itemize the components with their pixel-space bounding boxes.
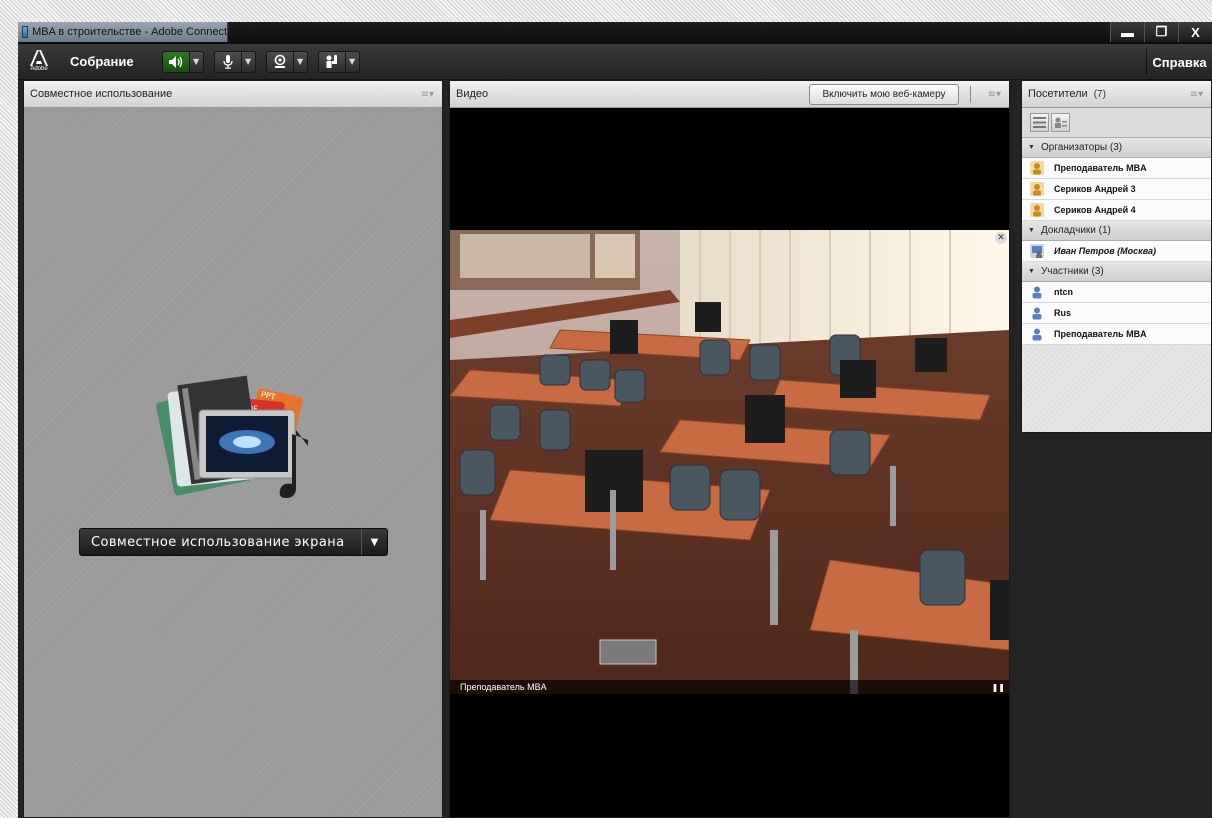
- title-bar: MBA в строительстве - Adobe Connect ▬ ❐ …: [18, 22, 1212, 44]
- window-controls: ▬ ❐ X: [1110, 22, 1212, 44]
- close-video-icon[interactable]: ✕: [995, 232, 1007, 244]
- attendee-name: Иван Петров (Москва): [1054, 246, 1157, 256]
- attendee-row[interactable]: Преподаватель MBA: [1022, 324, 1211, 345]
- section-hosts[interactable]: ▼ Организаторы (3): [1022, 138, 1211, 158]
- attendee-row[interactable]: Сериков Андрей 3: [1022, 179, 1211, 200]
- attendee-name: Сериков Андрей 3: [1054, 184, 1136, 194]
- webcam-button[interactable]: [265, 50, 294, 73]
- speaker-icon: [168, 55, 182, 68]
- attendee-row[interactable]: Сериков Андрей 4: [1022, 200, 1211, 221]
- share-pod-body: PPT PDF Совместное испол: [24, 108, 442, 817]
- minimize-button[interactable]: ▬: [1110, 22, 1144, 42]
- attendee-row[interactable]: Иван Петров (Москва): [1022, 241, 1211, 262]
- share-document-illustration-icon: PPT PDF: [156, 375, 308, 498]
- raise-hand-icon: [326, 55, 337, 68]
- share-pod-title: Совместное использование: [30, 88, 173, 100]
- list-view-icon: [1033, 117, 1046, 128]
- microphone-dropdown[interactable]: ▼: [241, 50, 256, 73]
- microphone-icon: [222, 55, 233, 69]
- video-pod-options-icon[interactable]: ≡▾: [988, 89, 1001, 100]
- person-list-icon: [1055, 117, 1067, 128]
- collapse-triangle-icon: ▼: [1028, 268, 1035, 275]
- attendee-row[interactable]: Преподаватель MBA: [1022, 158, 1211, 179]
- presenter-icon: [1030, 244, 1044, 258]
- participant-icon: [1032, 328, 1042, 341]
- attendees-pod-title: Посетители: [1028, 88, 1088, 100]
- adobe-logo-icon: [30, 50, 48, 66]
- collapse-triangle-icon: ▼: [1028, 227, 1035, 234]
- main-toolbar: Adobe Собрание ▼ ▼ ▼ ▼ Справка: [18, 44, 1212, 80]
- attendees-pod-header: Посетители (7) ≡▾: [1022, 81, 1211, 108]
- video-feed: ✕ Преподаватель MBA ❚❚: [450, 230, 1009, 694]
- help-button[interactable]: Справка: [1146, 49, 1212, 75]
- attendee-row[interactable]: Rus: [1022, 303, 1211, 324]
- list-view-button[interactable]: [1030, 113, 1049, 132]
- webcam-control: ▼: [265, 50, 308, 73]
- share-screen-label: Совместное использование экрана: [91, 534, 345, 550]
- attendee-name: Преподаватель MBA: [1054, 329, 1147, 339]
- share-options-dropdown[interactable]: ▼: [361, 529, 387, 555]
- app-icon: [22, 26, 29, 38]
- video-pod: Видео Включить мою веб-камеру ≡▾ ✕ Препо…: [449, 80, 1010, 818]
- collapse-triangle-icon: ▼: [1028, 144, 1035, 151]
- video-caption-bar: Преподаватель MBA ❚❚: [450, 680, 1009, 694]
- host-icon: [1030, 203, 1044, 217]
- attendee-list: ▼ Организаторы (3) Преподаватель MBA Сер…: [1022, 138, 1211, 432]
- speaker-button[interactable]: [161, 50, 190, 73]
- status-view-button[interactable]: [1051, 113, 1070, 132]
- share-pod: Совместное использование ≡▾ PPT PDF: [23, 80, 443, 818]
- status-dropdown[interactable]: ▼: [345, 50, 360, 73]
- restore-button[interactable]: ❐: [1144, 22, 1178, 42]
- share-screen-button[interactable]: Совместное использование экрана ▼: [79, 528, 388, 556]
- attendee-view-toolbar: [1022, 108, 1211, 138]
- status-control: ▼: [317, 50, 360, 73]
- toolbar-divider: [970, 86, 971, 103]
- host-icon: [1030, 182, 1044, 196]
- webcam-icon: [274, 54, 285, 68]
- attendees-pod: Посетители (7) ≡▾ ▼ Организаторы (3) Пре…: [1021, 80, 1212, 433]
- attendee-name: ntcn: [1054, 287, 1073, 297]
- section-label: Участники (3): [1040, 266, 1104, 277]
- video-presenter-name: Преподаватель MBA: [460, 682, 547, 692]
- section-presenters[interactable]: ▼ Докладчики (1): [1022, 221, 1211, 241]
- host-icon: [1030, 161, 1044, 175]
- classroom-video-image: [450, 230, 1009, 694]
- video-pod-title: Видео: [456, 88, 489, 100]
- attendee-name: Сериков Андрей 4: [1054, 205, 1136, 215]
- participant-icon: [1032, 286, 1042, 299]
- meeting-room-layout: Совместное использование ≡▾ PPT PDF: [18, 80, 1212, 818]
- speaker-control: ▼: [161, 50, 204, 73]
- section-participants[interactable]: ▼ Участники (3): [1022, 262, 1211, 282]
- attendees-pod-options-icon[interactable]: ≡▾: [1190, 89, 1203, 100]
- speaker-dropdown[interactable]: ▼: [189, 50, 204, 73]
- participant-icon: [1032, 307, 1042, 320]
- video-pod-header: Видео Включить мою веб-камеру ≡▾: [450, 81, 1009, 108]
- section-label: Докладчики (1): [1040, 225, 1111, 236]
- attendee-name: Rus: [1054, 308, 1072, 318]
- share-pod-header: Совместное использование ≡▾: [24, 81, 442, 108]
- attendee-row[interactable]: ntcn: [1022, 282, 1211, 303]
- attendee-list-empty-area: [1022, 345, 1211, 432]
- microphone-button[interactable]: [213, 50, 242, 73]
- pod-options-icon[interactable]: ≡▾: [421, 89, 434, 100]
- microphone-control: ▼: [213, 50, 256, 73]
- attendee-count: (7): [1093, 88, 1106, 100]
- raise-hand-button[interactable]: [317, 50, 346, 73]
- pause-icon[interactable]: ❚❚: [992, 683, 1005, 692]
- adobe-connect-window: MBA в строительстве - Adobe Connect ▬ ❐ …: [18, 22, 1212, 818]
- attendee-name: Преподаватель MBA: [1054, 163, 1147, 173]
- window-title: MBA в строительстве - Adobe Connect: [32, 26, 227, 38]
- screenshot-frame: MBA в строительстве - Adobe Connect ▬ ❐ …: [0, 0, 1212, 818]
- adobe-logo: Adobe: [28, 49, 50, 75]
- window-title-tab: MBA в строительстве - Adobe Connect: [18, 22, 228, 42]
- meeting-menu[interactable]: Собрание: [70, 54, 134, 69]
- section-label: Организаторы (3): [1040, 142, 1123, 153]
- adobe-logo-text: Adobe: [30, 66, 48, 72]
- close-button[interactable]: X: [1178, 22, 1212, 42]
- start-webcam-button[interactable]: Включить мою веб-камеру: [809, 84, 959, 105]
- webcam-dropdown[interactable]: ▼: [293, 50, 308, 73]
